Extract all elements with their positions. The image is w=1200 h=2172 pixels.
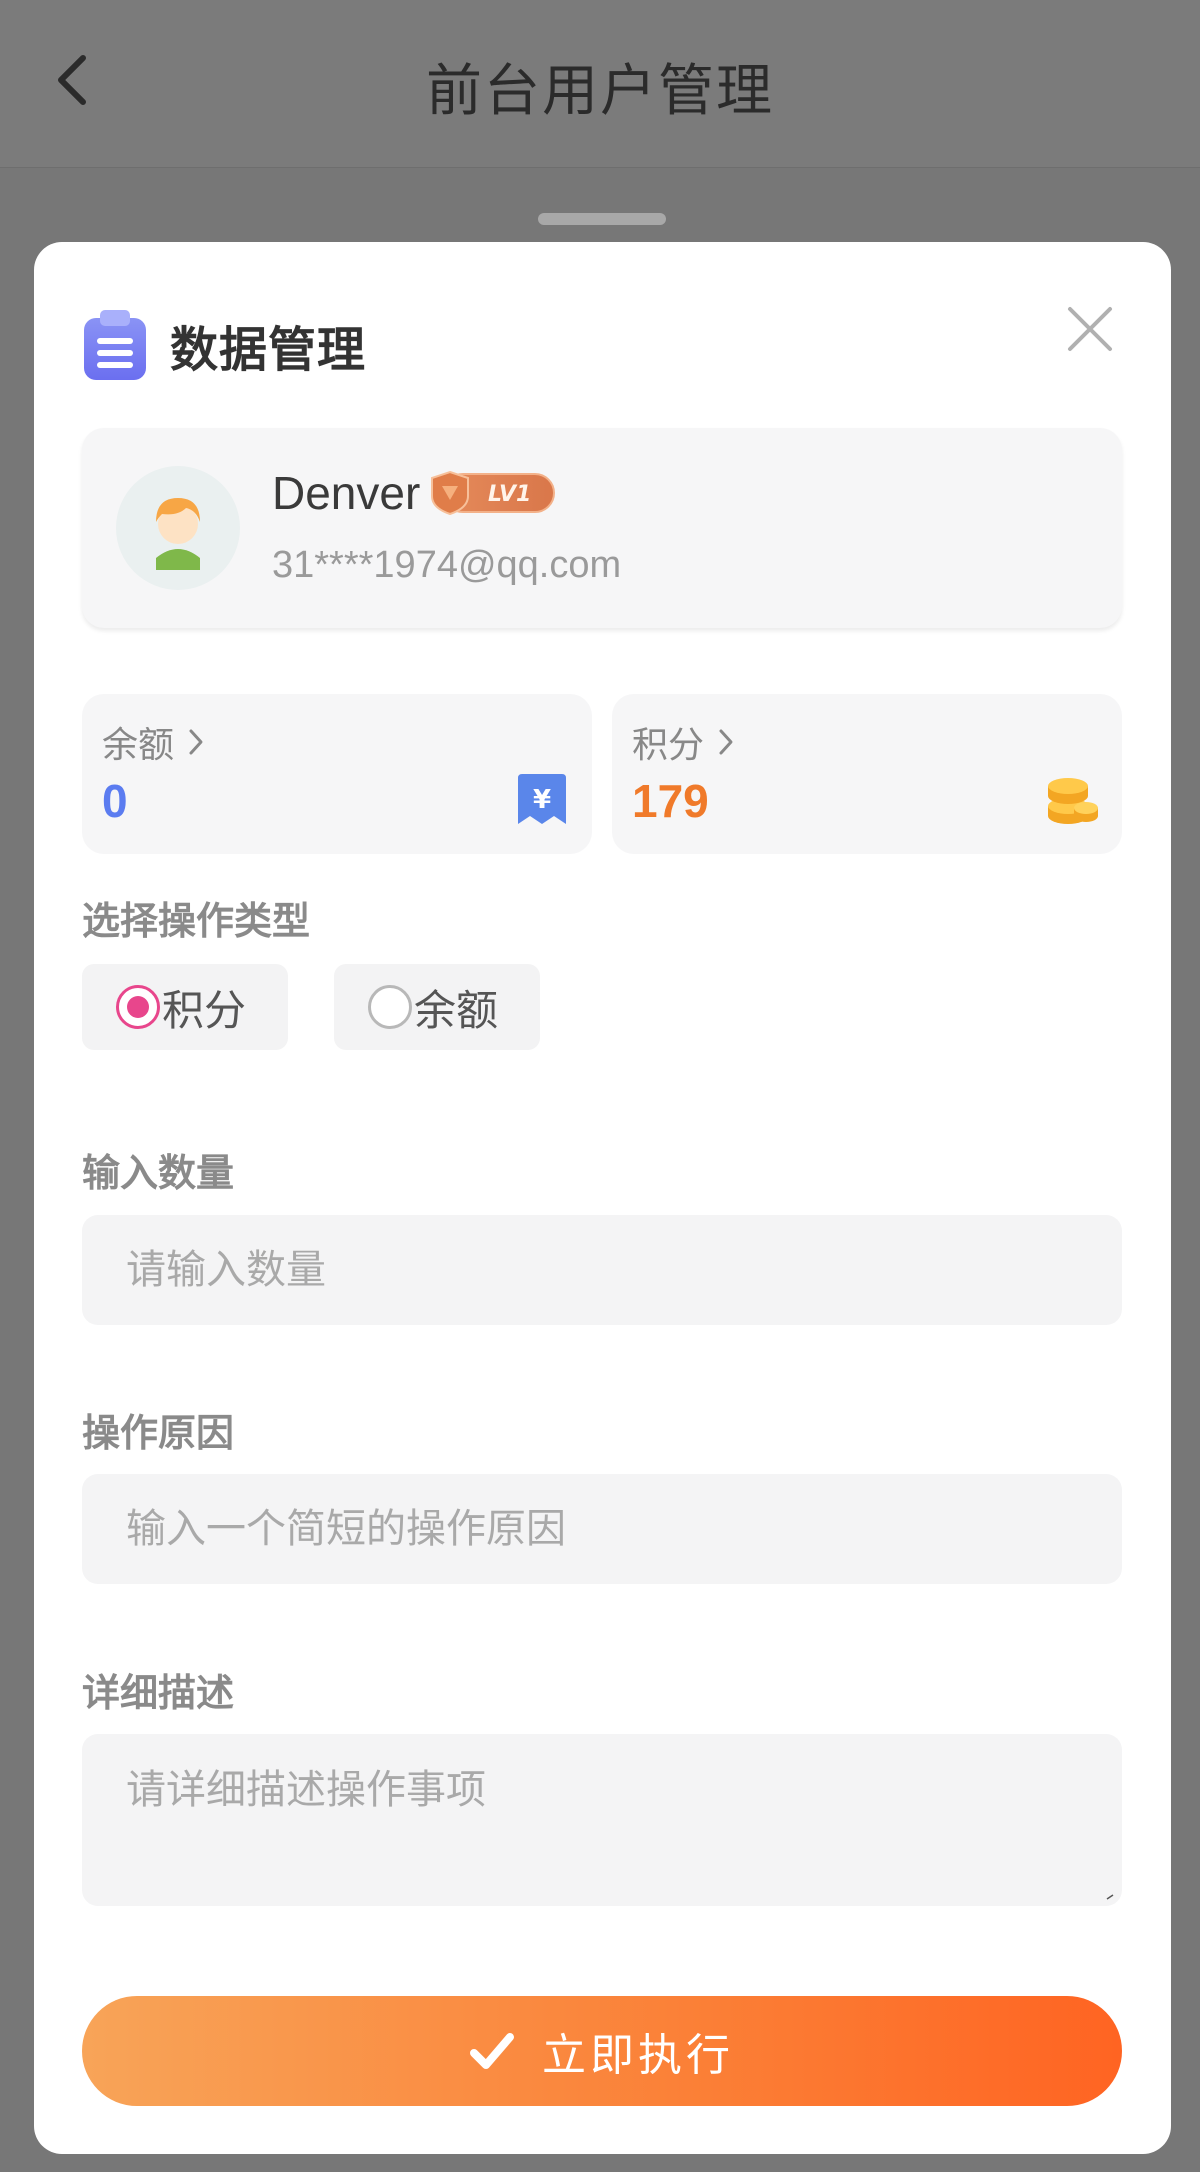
clipboard-icon xyxy=(84,310,146,380)
radio-option-points[interactable]: 积分 xyxy=(82,964,288,1050)
user-name: Denver xyxy=(272,467,421,519)
user-email: 31****1974@qq.com xyxy=(272,544,622,586)
svg-text:¥: ¥ xyxy=(533,785,551,815)
quantity-label: 输入数量 xyxy=(82,1151,235,1195)
description-label: 详细描述 xyxy=(82,1671,235,1715)
radio-option-balance[interactable]: 余额 xyxy=(334,964,540,1050)
radio-unchecked-icon[interactable] xyxy=(368,985,412,1029)
level-badge: LV1 xyxy=(431,470,555,516)
sheet-drag-handle[interactable] xyxy=(538,213,666,225)
yuan-ticket-icon: ¥ xyxy=(518,774,566,824)
sheet-title: 数据管理 xyxy=(170,322,367,378)
balance-value: 0 xyxy=(102,775,128,827)
reason-input[interactable] xyxy=(82,1474,1122,1584)
level-text: LV1 xyxy=(488,482,531,507)
radio-checked-icon[interactable] xyxy=(116,985,160,1029)
description-textarea[interactable] xyxy=(82,1734,1122,1906)
page-title: 前台用户管理 xyxy=(426,59,774,124)
resize-handle-icon[interactable] xyxy=(1106,1894,1114,1900)
operation-type-label: 选择操作类型 xyxy=(82,899,311,943)
user-info-card: Denver LV1 31****1974@qq.com xyxy=(82,428,1122,628)
sheet-header: 数据管理 xyxy=(82,308,366,382)
close-icon[interactable] xyxy=(1065,304,1115,354)
reason-label: 操作原因 xyxy=(82,1411,235,1455)
points-label: 积分 xyxy=(632,725,705,766)
points-value: 179 xyxy=(632,775,709,827)
checkmark-icon xyxy=(470,2033,514,2069)
points-card[interactable]: 积分 179 xyxy=(612,694,1122,854)
balance-label: 余额 xyxy=(102,725,175,766)
chevron-right-icon xyxy=(189,729,203,755)
balance-card[interactable]: 余额 0 ¥ xyxy=(82,694,592,854)
top-nav-bar: 前台用户管理 xyxy=(0,0,1200,168)
execute-button-label: 立即执行 xyxy=(542,2031,734,2080)
chevron-right-icon xyxy=(719,729,733,755)
coins-icon xyxy=(1048,778,1098,824)
radio-label-balance: 余额 xyxy=(414,985,499,1035)
data-management-sheet: 数据管理 Denver LV1 31****1974@qq.com 余额 0 ¥… xyxy=(34,242,1171,2154)
execute-button[interactable]: 立即执行 xyxy=(82,1996,1122,2106)
quantity-input[interactable] xyxy=(82,1215,1122,1325)
avatar xyxy=(116,466,240,590)
radio-label-points: 积分 xyxy=(162,985,247,1035)
user-avatar-icon xyxy=(156,498,200,570)
